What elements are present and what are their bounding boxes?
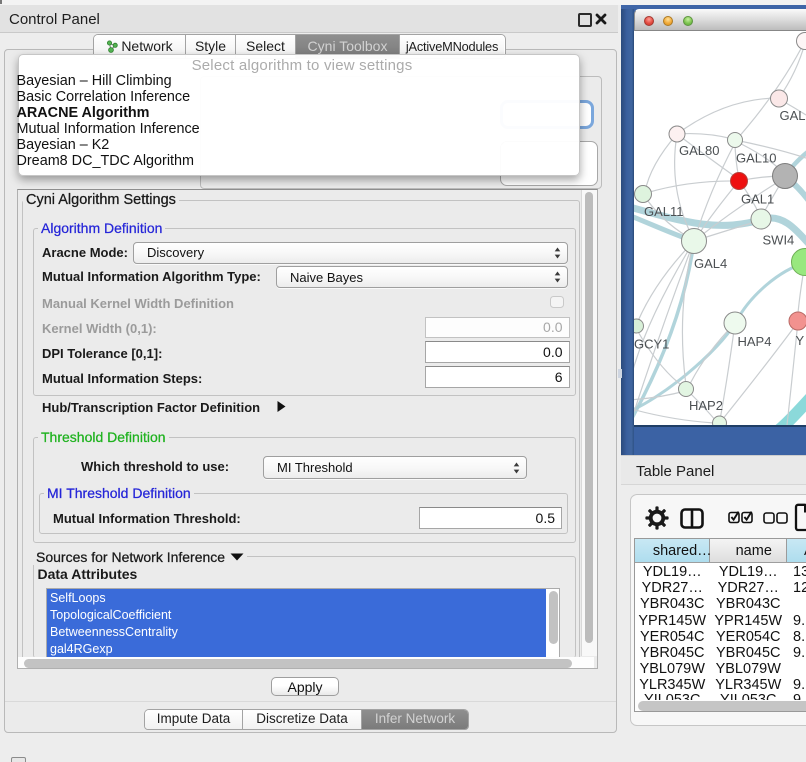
svg-text:GAL1: GAL1 bbox=[741, 192, 774, 207]
svg-text:GAL11: GAL11 bbox=[644, 204, 684, 219]
svg-text:Y: Y bbox=[796, 333, 805, 348]
svg-text:HAP4: HAP4 bbox=[738, 334, 772, 349]
svg-text:GAL4: GAL4 bbox=[694, 256, 727, 271]
svg-text:GAL2: GAL2 bbox=[780, 108, 806, 123]
svg-text:HAP2: HAP2 bbox=[689, 398, 723, 413]
svg-text:GAL10: GAL10 bbox=[736, 151, 776, 166]
svg-text:SWI4: SWI4 bbox=[763, 233, 795, 248]
svg-text:GAL80: GAL80 bbox=[679, 143, 719, 158]
svg-text:GCY1: GCY1 bbox=[634, 337, 669, 352]
